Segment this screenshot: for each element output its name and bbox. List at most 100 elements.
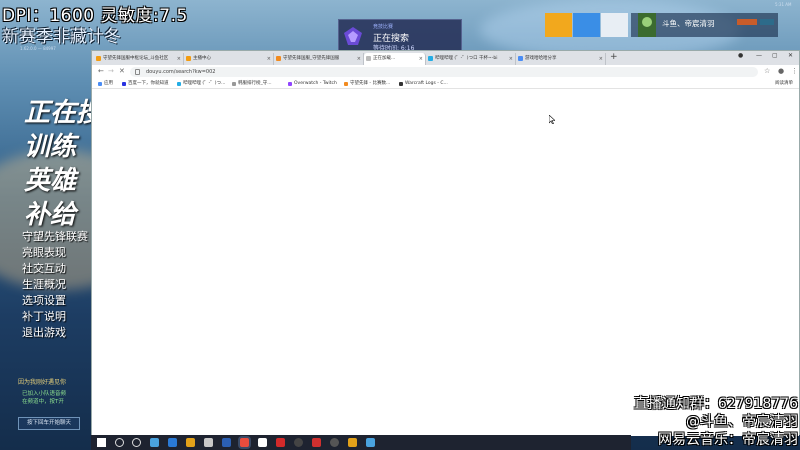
tab-game-share[interactable]: 游戏哈哈哈分享 × xyxy=(516,53,606,65)
close-icon[interactable]: × xyxy=(509,53,513,65)
season-title: 新赛季非藏计冬 xyxy=(2,27,121,47)
close-icon[interactable]: × xyxy=(599,53,603,65)
baidu-icon xyxy=(122,82,126,86)
toolbar: ← → ✕ douyu.com/search?kw=002 ☆ ● ⋮ xyxy=(92,65,799,79)
warcraft-logs-icon xyxy=(399,82,403,86)
tab-strip: 守望先锋国服中枢论坛_斗鱼社区 × 主播中心 × 守望先锋国服_守望先锋国服 × 正在… xyxy=(92,51,799,65)
page-icon xyxy=(232,82,236,86)
tab-streamer-center[interactable]: 主播中心 × xyxy=(184,53,274,65)
level-badge xyxy=(737,19,757,25)
app-icon[interactable] xyxy=(366,438,375,447)
close-icon[interactable]: × xyxy=(177,53,181,65)
app-icon[interactable] xyxy=(222,438,231,447)
menu-career[interactable]: 生涯概况 xyxy=(22,276,66,292)
tab-loading[interactable]: 正在加载... × xyxy=(364,53,426,65)
bookmark-apps[interactable]: 应用 xyxy=(98,80,113,88)
player-avatar-icon xyxy=(638,13,656,37)
stream-group-notice: 直播通知群：627918776 xyxy=(633,396,798,412)
close-window-button[interactable]: ✕ xyxy=(788,52,793,59)
app-icon[interactable] xyxy=(294,438,303,447)
overwatch-icon xyxy=(276,56,281,61)
bookmark-warcraft-logs[interactable]: Warcraft Logs - C... xyxy=(399,80,448,88)
hero-portrait-icon xyxy=(601,13,628,37)
app-icon[interactable] xyxy=(276,438,285,447)
windows-start-icon[interactable] xyxy=(97,438,106,447)
close-icon[interactable]: × xyxy=(357,53,361,65)
bilibili-icon xyxy=(428,56,433,61)
app-icon[interactable] xyxy=(258,438,267,447)
close-icon[interactable]: × xyxy=(419,53,423,65)
reading-list[interactable]: 阅读清单 xyxy=(775,80,793,88)
party-line: 在频道中，按T开 xyxy=(22,399,64,405)
menu-training[interactable]: 训练 xyxy=(24,126,76,163)
douyu-icon xyxy=(96,56,101,61)
menu-league[interactable]: 守望先锋联赛 xyxy=(22,228,88,244)
menu-exit[interactable]: 退出游戏 xyxy=(22,324,66,340)
app-icon[interactable] xyxy=(204,438,213,447)
tab-forum[interactable]: 守望先锋国服中枢论坛_斗鱼社区 × xyxy=(94,53,184,65)
back-icon[interactable]: ← xyxy=(98,67,104,75)
taskbar xyxy=(91,435,631,450)
queue-panel: 竞技比赛 正在搜索 等待时间: 6:16 xyxy=(338,19,462,52)
bilibili-icon xyxy=(177,82,181,86)
menu-patch-notes[interactable]: 补丁说明 xyxy=(22,308,66,324)
role-tank-icon xyxy=(545,13,572,37)
queue-mode: 竞技比赛 xyxy=(373,24,394,30)
menu-heroes[interactable]: 英雄 xyxy=(24,160,76,197)
game-version: 1.62.0.0 — 84997 xyxy=(20,46,56,51)
bookmark-twitch[interactable]: Overwatch - Twitch xyxy=(288,80,337,88)
tab-bilibili[interactable]: 哔哩哔哩 (゜-゜)つロ 干杯~-bi × xyxy=(426,53,516,65)
obs-icon[interactable] xyxy=(330,438,339,447)
bookmark-bilibili[interactable]: 哔哩哔哩 (゜-゜)つ... xyxy=(177,80,225,88)
lock-icon xyxy=(135,69,140,75)
menu-options[interactable]: 选项设置 xyxy=(22,292,66,308)
party-line: 已加入小队语音频 xyxy=(22,391,67,397)
address-bar[interactable]: douyu.com/search?kw=002 xyxy=(130,67,758,77)
netease-music-icon[interactable] xyxy=(312,438,321,447)
rank-badge xyxy=(760,19,774,25)
folder-icon[interactable] xyxy=(186,438,195,447)
bookmark-baidu[interactable]: 百度一下，你就知道 xyxy=(122,80,169,88)
app-icon[interactable] xyxy=(150,438,159,447)
menu-highlights[interactable]: 亮眼表现 xyxy=(22,244,66,260)
competitive-emblem-icon xyxy=(344,27,362,45)
bookmark-ow-stats[interactable]: 守望先锋 - 比赛数... xyxy=(344,80,390,88)
menu-loot[interactable]: 补给 xyxy=(24,194,76,231)
stream-music-handle: 网易云音乐：帝宸清羽 xyxy=(658,432,798,448)
stream-douyu-handle: @斗鱼、帝宸清羽 xyxy=(686,414,798,430)
chat-button[interactable]: 按下回车开始聊天 xyxy=(18,417,80,430)
twitch-icon xyxy=(288,82,292,86)
player-name: 斗鱼、帝宸清羽 xyxy=(662,19,715,28)
page-content[interactable] xyxy=(92,89,799,436)
star-icon[interactable]: ☆ xyxy=(764,67,770,75)
bookmark-kr-rank[interactable]: 韩服排行榜_守... xyxy=(232,80,272,88)
menu-social[interactable]: 社交互动 xyxy=(22,260,66,276)
tab-ow-cn[interactable]: 守望先锋国服_守望先锋国服 × xyxy=(274,53,364,65)
overwatch-icon xyxy=(344,82,348,86)
browser-window: 守望先锋国服中枢论坛_斗鱼社区 × 主播中心 × 守望先锋国服_守望先锋国服 × 正在… xyxy=(91,50,800,436)
stop-icon[interactable]: ✕ xyxy=(119,67,125,75)
close-icon[interactable]: × xyxy=(267,53,271,65)
forward-icon[interactable]: → xyxy=(108,67,114,75)
game-screen: DPI：1600 灵敏度:7.5 新赛季非藏计冬 1.62.0.0 — 8499… xyxy=(0,0,800,450)
new-tab-button[interactable]: + xyxy=(610,52,618,62)
clock: 5:31 AM xyxy=(775,2,792,7)
app-icon[interactable] xyxy=(168,438,177,447)
minimize-button[interactable]: — xyxy=(756,52,762,59)
role-damage-icon xyxy=(573,13,600,37)
mouse-cursor-icon xyxy=(549,115,555,124)
search-icon[interactable] xyxy=(115,438,124,447)
account-icon[interactable]: ● xyxy=(738,52,743,59)
page-icon xyxy=(518,56,523,61)
menu-dots-icon[interactable]: ⋮ xyxy=(791,67,798,75)
cortana-icon[interactable] xyxy=(132,438,141,447)
loading-icon xyxy=(366,56,371,61)
apps-grid-icon xyxy=(98,82,102,86)
maximize-button[interactable]: ▢ xyxy=(772,52,778,59)
bookmarks-bar: 应用 百度一下，你就知道 哔哩哔哩 (゜-゜)つ... 韩服排行榜_守... O… xyxy=(92,79,799,89)
chrome-icon[interactable] xyxy=(240,438,249,447)
party-voice-info: 已加入小队语音频 在频道中，按T开 xyxy=(22,390,66,406)
douyu-icon xyxy=(186,56,191,61)
folder-icon[interactable] xyxy=(348,438,357,447)
profile-icon[interactable]: ● xyxy=(778,67,784,75)
